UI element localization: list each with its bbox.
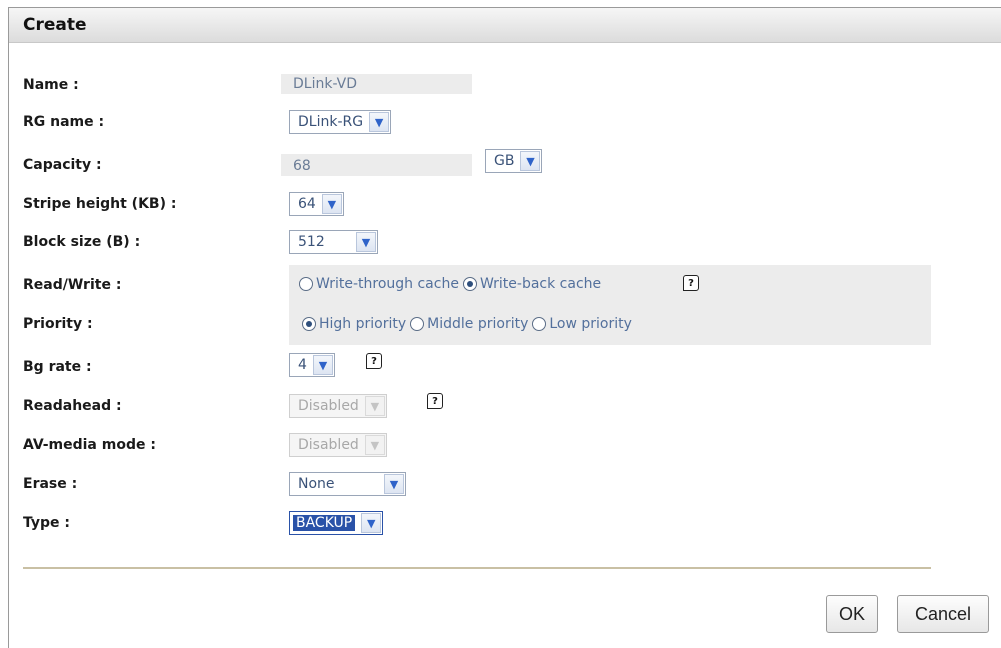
type-row: Type : BACKUP ▼: [9, 509, 1001, 539]
read-write-radio-group: Write-through cache Write-back cache: [299, 276, 605, 292]
read-write-row: Read/Write : Write-through cache Write-b…: [9, 271, 1001, 301]
radio-checked-icon: [462, 277, 477, 291]
cancel-button[interactable]: Cancel: [897, 595, 989, 633]
readahead-row: Readahead : Disabled ▼ ?: [9, 392, 1001, 422]
readahead-value: Disabled: [298, 398, 359, 414]
stripe-height-select[interactable]: 64 ▼: [289, 192, 344, 216]
help-icon[interactable]: ?: [427, 393, 443, 409]
capacity-unit-select[interactable]: GB ▼: [485, 149, 543, 173]
chevron-down-icon: ▼: [364, 396, 385, 416]
bg-rate-value: 4: [298, 357, 307, 373]
erase-label: Erase :: [23, 476, 78, 492]
capacity-field[interactable]: 68: [281, 154, 472, 176]
readahead-label: Readahead :: [23, 398, 122, 414]
erase-select[interactable]: None ▼: [289, 472, 406, 496]
block-size-row: Block size (B) : 512 ▼: [9, 228, 1001, 258]
ok-button[interactable]: OK: [826, 595, 878, 633]
priority-label: Priority :: [23, 316, 93, 332]
divider: [23, 567, 931, 569]
middle-priority-radio[interactable]: Middle priority: [410, 316, 528, 332]
write-back-radio[interactable]: Write-back cache: [462, 276, 602, 292]
priority-radio-group: High priority Middle priority Low priori…: [302, 316, 636, 332]
name-label: Name :: [23, 77, 79, 93]
chevron-down-icon: ▼: [384, 474, 404, 494]
chevron-down-icon: ▼: [520, 151, 541, 171]
radio-checked-icon: [302, 317, 316, 331]
chevron-down-icon: ▼: [369, 112, 390, 132]
name-value: DLink-VD: [293, 76, 358, 92]
block-size-value: 512: [298, 234, 325, 250]
write-back-label: Write-back cache: [479, 276, 602, 292]
av-media-mode-select[interactable]: Disabled ▼: [289, 433, 387, 457]
stripe-height-row: Stripe height (KB) : 64 ▼: [9, 190, 1001, 220]
capacity-row: Capacity : 68 GB ▼: [9, 149, 1001, 181]
av-media-mode-value: Disabled: [298, 437, 359, 453]
dialog-title: Create: [23, 15, 87, 35]
readahead-select[interactable]: Disabled ▼: [289, 394, 387, 418]
type-select[interactable]: BACKUP ▼: [289, 511, 384, 535]
chevron-down-icon: ▼: [356, 232, 376, 252]
name-field: DLink-VD: [281, 74, 472, 94]
block-size-select[interactable]: 512 ▼: [289, 230, 378, 254]
chevron-down-icon: ▼: [312, 355, 333, 375]
name-row: Name : DLink-VD: [9, 71, 1001, 101]
write-through-radio[interactable]: Write-through cache: [299, 276, 459, 292]
rg-name-row: RG name : DLink-RG ▼: [9, 108, 1001, 138]
bg-rate-select[interactable]: 4 ▼: [289, 353, 335, 377]
create-dialog: Create Name : DLink-VD RG name : DLink-R…: [8, 7, 1001, 648]
rg-name-value: DLink-RG: [298, 114, 364, 130]
bg-rate-row: Bg rate : 4 ▼ ?: [9, 353, 1001, 383]
rg-name-select[interactable]: DLink-RG ▼: [289, 110, 392, 134]
stripe-height-label: Stripe height (KB) :: [23, 196, 177, 212]
priority-row: Priority : High priority Middle priority…: [9, 310, 1001, 340]
radio-unchecked-icon: [299, 277, 313, 291]
erase-row: Erase : None ▼: [9, 470, 1001, 500]
read-write-label: Read/Write :: [23, 277, 122, 293]
chevron-down-icon: ▼: [364, 435, 385, 455]
bg-rate-label: Bg rate :: [23, 359, 92, 375]
chevron-down-icon: ▼: [321, 194, 342, 214]
av-media-mode-row: AV-media mode : Disabled ▼: [9, 431, 1001, 461]
radio-unchecked-icon: [410, 317, 425, 331]
av-media-mode-label: AV-media mode :: [23, 437, 156, 453]
dialog-header: Create: [9, 8, 1001, 43]
capacity-unit-value: GB: [494, 153, 515, 169]
high-priority-label: High priority: [319, 316, 407, 332]
help-icon[interactable]: ?: [366, 353, 382, 369]
capacity-value: 68: [293, 158, 311, 174]
type-value: BACKUP: [293, 515, 356, 531]
capacity-label: Capacity :: [23, 157, 102, 173]
middle-priority-label: Middle priority: [427, 316, 529, 332]
rg-name-label: RG name :: [23, 114, 105, 130]
type-label: Type :: [23, 515, 71, 531]
radio-unchecked-icon: [532, 317, 547, 331]
stripe-height-value: 64: [298, 196, 316, 212]
block-size-label: Block size (B) :: [23, 234, 141, 250]
low-priority-radio[interactable]: Low priority: [532, 316, 632, 332]
chevron-down-icon: ▼: [361, 513, 382, 533]
high-priority-radio[interactable]: High priority: [302, 316, 406, 332]
low-priority-label: Low priority: [549, 316, 632, 332]
help-icon[interactable]: ?: [683, 275, 699, 291]
write-through-label: Write-through cache: [316, 276, 459, 292]
erase-value: None: [298, 476, 335, 492]
